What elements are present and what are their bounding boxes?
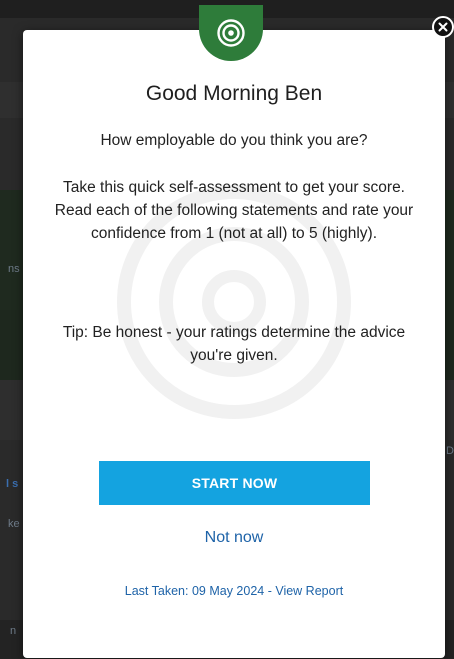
description-line: Take this quick self-assessment to get y…	[62, 179, 405, 196]
description-line: Read each of the following statements an…	[54, 202, 414, 242]
assessment-modal: Good Morning Ben How employable do you t…	[23, 5, 454, 658]
not-now-link[interactable]: Not now	[23, 529, 445, 547]
bg-fragment: l s	[6, 478, 19, 490]
question-text: How employable do you think you are?	[100, 132, 368, 149]
greeting-title: Good Morning Ben	[145, 82, 323, 105]
bg-fragment: D	[446, 445, 454, 457]
close-button[interactable]	[432, 16, 454, 38]
description: Take this quick self-assessment to get y…	[41, 176, 427, 245]
start-now-button[interactable]: START NOW	[99, 461, 370, 505]
last-taken-info: Last Taken: 09 May 2024 - View Report	[23, 584, 445, 598]
tip-text: Tip: Be honest - your ratings determine …	[62, 324, 406, 364]
view-report-link[interactable]: View Report	[275, 584, 343, 598]
last-taken-text: Last Taken: 09 May 2024 -	[124, 584, 276, 598]
bg-fragment: ns	[8, 263, 20, 275]
target-icon	[217, 19, 245, 47]
bg-fragment: ke	[8, 518, 20, 530]
bg-fragment: n	[10, 625, 17, 637]
close-icon	[438, 22, 448, 32]
top-badge	[199, 5, 263, 61]
